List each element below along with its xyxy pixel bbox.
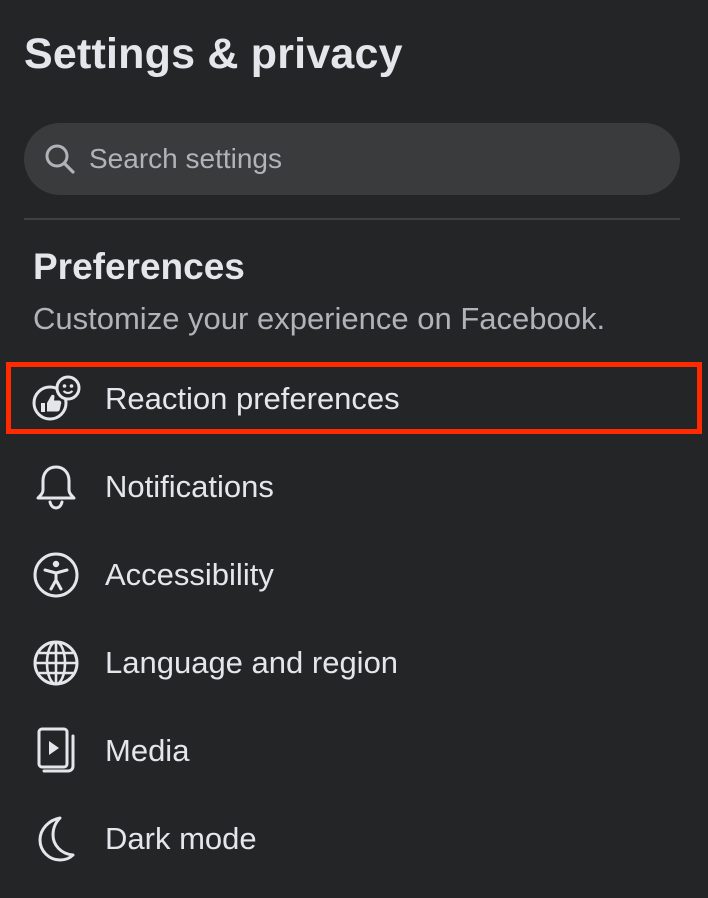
menu-item-accessibility[interactable]: Accessibility	[0, 531, 708, 619]
menu-item-media[interactable]: Media	[0, 707, 708, 795]
media-icon	[30, 725, 82, 777]
menu-item-label: Dark mode	[105, 821, 257, 856]
moon-icon	[30, 813, 82, 865]
menu-item-label: Language and region	[105, 645, 399, 680]
section-subtitle: Customize your experience on Facebook.	[33, 301, 606, 336]
menu-item-label: Media	[105, 733, 190, 768]
menu-item-notifications[interactable]: Notifications	[0, 443, 708, 531]
section-heading: Preferences	[33, 246, 245, 287]
menu-item-dark-mode[interactable]: Dark mode	[0, 795, 708, 883]
accessibility-icon	[30, 549, 82, 601]
menu-item-label: Notifications	[105, 469, 274, 504]
menu-item-label: Accessibility	[105, 557, 274, 592]
globe-icon	[30, 637, 82, 689]
search-bar[interactable]	[24, 123, 680, 195]
reaction-icon	[30, 373, 82, 425]
page-title: Settings & privacy	[24, 30, 403, 78]
menu-item-reaction-preferences[interactable]: Reaction preferences	[0, 355, 708, 443]
search-input[interactable]	[89, 143, 649, 175]
search-icon	[43, 142, 77, 176]
settings-panel: Settings & privacy Preferences Customize…	[0, 0, 708, 898]
bell-icon	[30, 461, 82, 513]
divider	[24, 218, 680, 220]
menu-item-label: Reaction preferences	[105, 381, 400, 416]
menu-item-language-region[interactable]: Language and region	[0, 619, 708, 707]
